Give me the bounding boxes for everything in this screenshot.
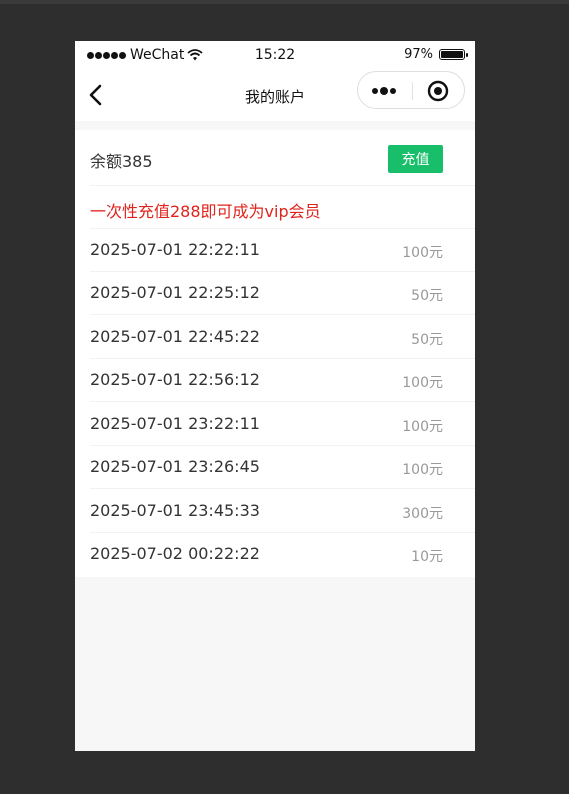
- record-time: 2025-07-01 22:22:11: [90, 240, 260, 259]
- record-row: 2025-07-01 22:22:11 100元: [90, 229, 475, 272]
- battery-icon: [439, 49, 468, 60]
- record-time: 2025-07-01 22:25:12: [90, 283, 260, 302]
- status-right: 97%: [404, 47, 468, 62]
- record-time: 2025-07-01 23:45:33: [90, 501, 260, 520]
- capsule-divider: [412, 82, 413, 100]
- miniprogram-capsule: [357, 71, 465, 109]
- balance-text: 余额385: [90, 152, 153, 171]
- recharge-button[interactable]: 充值: [388, 145, 443, 173]
- record-row: 2025-07-01 23:45:33 300元: [90, 490, 475, 533]
- close-target-icon[interactable]: [427, 80, 449, 102]
- record-time: 2025-07-01 23:26:45: [90, 457, 260, 476]
- record-amount: 100元: [402, 462, 443, 478]
- nav-bar: 我的账户: [75, 69, 475, 121]
- promo-row: 一次性充值288即可成为vip会员: [90, 186, 475, 229]
- phone-screen: WeChat 15:22 97% 我的账户 余额385 充值 一次性充值288即…: [75, 41, 475, 751]
- record-amount: 100元: [402, 419, 443, 435]
- record-row: 2025-07-02 00:22:22 10元: [90, 533, 475, 576]
- account-card: 余额385 充值 一次性充值288即可成为vip会员 2025-07-01 22…: [75, 130, 475, 577]
- record-amount: 50元: [411, 288, 443, 304]
- record-row: 2025-07-01 22:25:12 50元: [90, 272, 475, 315]
- record-amount: 50元: [411, 332, 443, 348]
- record-amount: 100元: [402, 245, 443, 261]
- window-top-strip: [0, 0, 569, 4]
- record-row: 2025-07-01 23:22:11 100元: [90, 403, 475, 446]
- record-time: 2025-07-01 22:56:12: [90, 370, 260, 389]
- record-time: 2025-07-01 22:45:22: [90, 327, 260, 346]
- record-time: 2025-07-01 23:22:11: [90, 414, 260, 433]
- record-row: 2025-07-01 22:56:12 100元: [90, 359, 475, 402]
- more-dots-icon[interactable]: [370, 84, 400, 98]
- battery-percent: 97%: [404, 47, 433, 62]
- record-amount: 100元: [402, 375, 443, 391]
- record-amount: 10元: [411, 549, 443, 565]
- record-row: 2025-07-01 22:45:22 50元: [90, 316, 475, 359]
- record-time: 2025-07-02 00:22:22: [90, 544, 260, 563]
- record-row: 2025-07-01 23:26:45 100元: [90, 446, 475, 489]
- status-bar: WeChat 15:22 97%: [75, 41, 475, 69]
- empty-area: [75, 577, 475, 751]
- promo-text: 一次性充值288即可成为vip会员: [90, 202, 321, 221]
- balance-row: 余额385 充值: [90, 130, 475, 186]
- record-amount: 300元: [402, 506, 443, 522]
